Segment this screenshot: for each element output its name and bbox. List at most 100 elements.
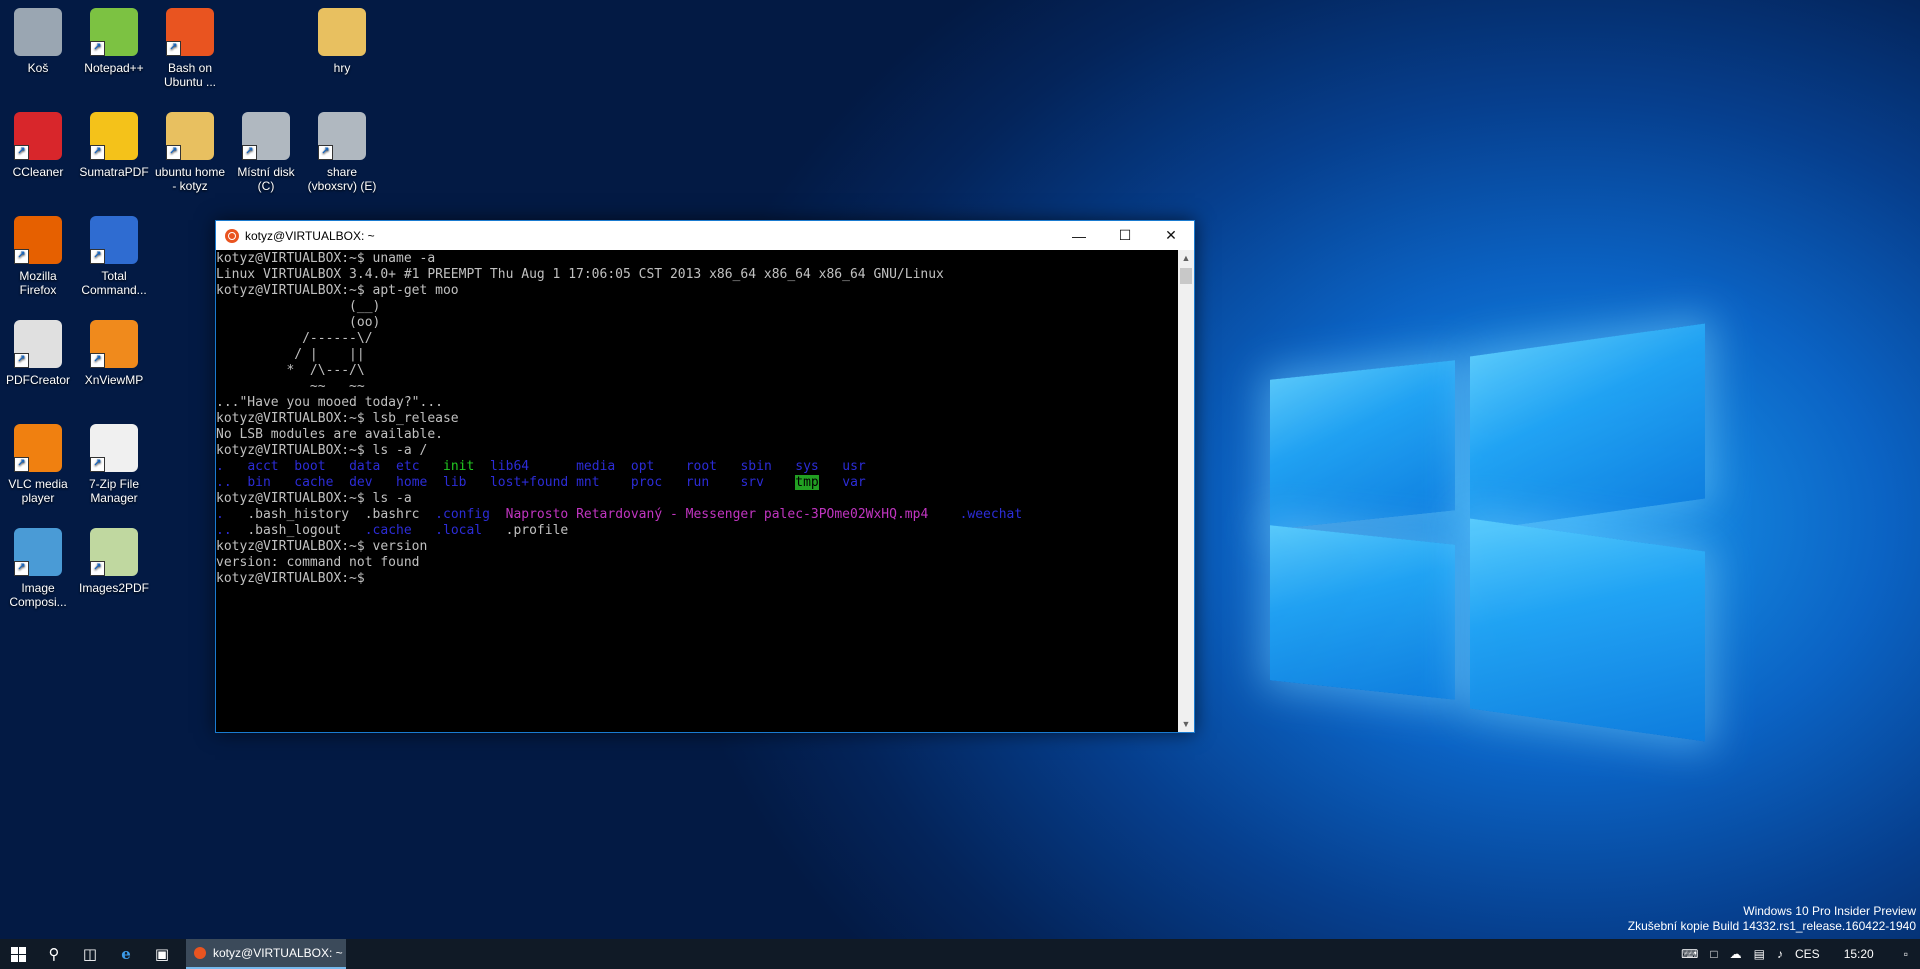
desktop-icon[interactable]: ↗ SumatraPDF (76, 112, 152, 179)
console-text: (__) (216, 299, 381, 314)
shortcut-arrow-icon: ↗ (242, 145, 257, 160)
desktop-icon[interactable]: ↗ Image Composi... (0, 528, 76, 609)
desktop-icon-label: Mozilla Firefox (19, 269, 57, 297)
shortcut-arrow-icon: ↗ (90, 145, 105, 160)
console-text: kotyz@VIRTUALBOX:~$ ls -a (216, 491, 412, 506)
clock[interactable]: 15:20 (1826, 947, 1892, 961)
console-text: opt (630, 459, 655, 474)
desktop-icon[interactable]: ↗ Místní disk (C) (228, 112, 304, 193)
desktop-icon[interactable]: Koš (0, 8, 76, 75)
xnviewmp-icon: ↗ (90, 320, 138, 368)
console-line: kotyz@VIRTUALBOX:~$ (216, 571, 1178, 587)
desktop-icon[interactable]: ↗ ubuntu home - kotyz (152, 112, 228, 193)
folder-icon: ↗ (166, 112, 214, 160)
scroll-thumb[interactable] (1180, 268, 1192, 284)
console-text: dev (349, 475, 373, 490)
desktop-icon-label: CCleaner (12, 165, 64, 179)
onedrive-icon[interactable]: ☁ (1724, 947, 1748, 961)
console-line: /------\/ (216, 331, 1178, 347)
desktop-icon[interactable]: hry (304, 8, 380, 75)
console-text: kotyz@VIRTUALBOX:~$ apt-get moo (216, 283, 459, 298)
console-text: kotyz@VIRTUALBOX:~$ ls -a / (216, 443, 428, 458)
console-line: * /\---/\ (216, 363, 1178, 379)
edge-icon[interactable]: e (108, 939, 144, 969)
desktop-icon[interactable]: ↗ Images2PDF (76, 528, 152, 595)
console-text: kotyz@VIRTUALBOX:~$ lsb_release (216, 411, 459, 426)
desktop-icon-label: ubuntu home - kotyz (154, 165, 226, 193)
watermark-edition: Windows 10 Pro Insider Preview (1743, 904, 1916, 918)
virtualbox-icon[interactable]: □ (1704, 947, 1723, 961)
desktop-icon[interactable]: ↗ Bash on Ubuntu ... (152, 8, 228, 89)
desktop-icon[interactable]: ↗ share (vboxsrv) (E) (304, 112, 380, 193)
console-line: .. bin cache dev home lib lost+found mnt… (216, 475, 1178, 491)
console-text: media (576, 459, 616, 474)
console-line: (__) (216, 299, 1178, 315)
console-output[interactable]: kotyz@VIRTUALBOX:~$ uname -a Linux VIRTUA… (216, 250, 1178, 732)
7zip-icon: ↗ (90, 424, 138, 472)
console-text: . (216, 507, 224, 522)
desktop-icon[interactable]: ↗ Total Command... (76, 216, 152, 297)
console-line: kotyz@VIRTUALBOX:~$ lsb_release (216, 411, 1178, 427)
console-text: lib (443, 475, 467, 490)
desktop-icon[interactable]: ↗ XnViewMP (76, 320, 152, 387)
desktop-icon[interactable]: ↗ 7-Zip File Manager (76, 424, 152, 505)
taskbar-item-terminal[interactable]: kotyz@VIRTUALBOX: ~ (186, 939, 346, 969)
maximize-button[interactable]: ☐ (1102, 221, 1148, 250)
console-text: Linux VIRTUALBOX 3.4.0+ #1 PREEMPT Thu A… (216, 267, 944, 282)
action-center-icon[interactable]: ▫ (1892, 947, 1920, 961)
search-icon[interactable]: ⚲ (36, 939, 72, 969)
console-line: No LSB modules are available. (216, 427, 1178, 443)
desktop-icon[interactable]: ↗ CCleaner (0, 112, 76, 179)
scroll-up-icon[interactable]: ▲ (1178, 250, 1194, 266)
desktop-icon-label: hry (333, 61, 351, 75)
console-line: kotyz@VIRTUALBOX:~$ ls -a (216, 491, 1178, 507)
network-icon[interactable]: ▤ (1748, 947, 1771, 961)
sumatrapdf-icon: ↗ (90, 112, 138, 160)
desktop-icon-label: Notepad++ (84, 61, 144, 75)
title-bar[interactable]: kotyz@VIRTUALBOX: ~ — ☐ ✕ (216, 221, 1194, 250)
taskbar: ⚲ ◫ e ▣ kotyz@VIRTUALBOX: ~ ⌨ □ ☁ ▤ ♪ CE… (0, 939, 1920, 969)
console-text: ..."Have you mooed today?"... (216, 395, 443, 410)
console-text: kotyz@VIRTUALBOX:~$ (216, 571, 365, 586)
scrollbar[interactable]: ▲ ▼ (1178, 250, 1194, 732)
console-text: .config (435, 507, 490, 522)
volume-icon[interactable]: ♪ (1771, 947, 1789, 961)
console-line: version: command not found (216, 555, 1178, 571)
close-button[interactable]: ✕ (1148, 221, 1194, 250)
language-indicator[interactable]: CES (1789, 947, 1826, 961)
desktop-icon[interactable]: ↗ Notepad++ (76, 8, 152, 75)
ubuntu-icon (225, 228, 239, 243)
desktop-icon-label: Image Composi... (9, 581, 67, 609)
taskbar-item-label: kotyz@VIRTUALBOX: ~ (213, 946, 343, 960)
images2pdf-icon: ↗ (90, 528, 138, 576)
desktop-icon[interactable]: ↗ PDFCreator (0, 320, 76, 387)
start-button[interactable] (0, 939, 36, 969)
task-view-icon[interactable]: ◫ (72, 939, 108, 969)
store-icon[interactable]: ▣ (144, 939, 180, 969)
terminal-window[interactable]: kotyz@VIRTUALBOX: ~ — ☐ ✕ kotyz@VIRTUALB… (215, 220, 1195, 733)
desktop-icon[interactable]: ↗ VLC media player (0, 424, 76, 505)
keyboard-icon[interactable]: ⌨ (1675, 947, 1704, 961)
minimize-button[interactable]: — (1056, 221, 1102, 250)
desktop-icon-label: Total Command... (81, 269, 147, 297)
scroll-down-icon[interactable]: ▼ (1178, 716, 1194, 732)
wallpaper-windows-logo (1180, 290, 1720, 760)
desktop-icon[interactable]: ↗ Mozilla Firefox (0, 216, 76, 297)
console-text: lib64 (489, 459, 530, 474)
desktop-icon-label: Místní disk (C) (237, 165, 295, 193)
